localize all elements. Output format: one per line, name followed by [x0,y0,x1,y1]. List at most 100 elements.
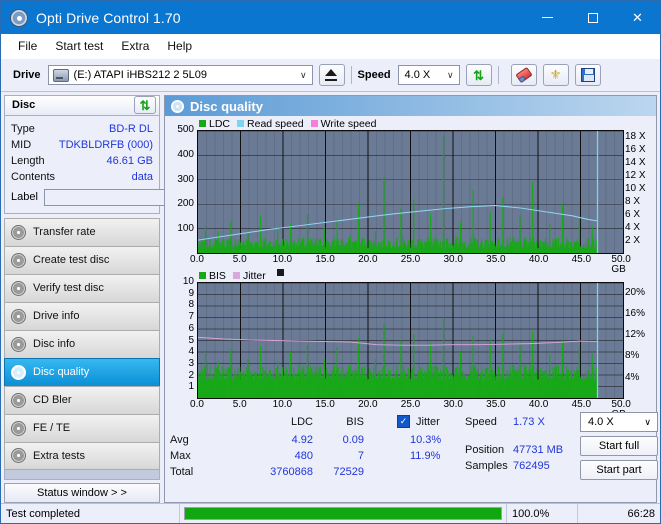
toolbar-divider-1 [350,66,352,84]
eraser-icon [514,66,533,84]
start-part-button[interactable]: Start part [580,460,658,480]
keys-button[interactable]: ⚜ [542,64,569,86]
disc-panel-header: Disc ⇅ [4,95,160,116]
position-value: 47731 MB [513,444,564,456]
x-tick: 45.0 [571,254,592,265]
jitter-avg-value: 10.3% [410,434,442,446]
x-tick: 35.0 [486,254,506,265]
y-tick: 2 [188,369,194,381]
eject-button[interactable] [318,64,345,86]
drive-select[interactable]: (E:) ATAPI iHBS212 2 5L09 ∨ [47,65,313,85]
y-tick: 6 [188,322,194,334]
start-full-button[interactable]: Start full [580,436,658,456]
disc-length-value: 46.61 GB [106,154,153,167]
maximize-button[interactable] [570,1,615,34]
sidebar-item-label: Disc info [33,338,76,350]
chevron-down-icon: ∨ [644,416,651,427]
x-tick: 20.0 [358,254,378,265]
disc-row-contents: Contents data [11,169,153,185]
sidebar-item-label: Verify test disc [33,282,104,294]
progress-bar [184,507,502,520]
legend-item-bis: BIS [199,270,226,282]
disc-mid-label: MID [11,138,32,151]
sidebar-item-drive-info[interactable]: Drive info [4,301,160,330]
sidebar-item-label: Disc quality [33,366,90,378]
sidebar-item-verify-test-disc[interactable]: Verify test disc [4,273,160,302]
sidebar-item-transfer-rate[interactable]: Transfer rate [4,217,160,246]
sidebar-item-fe-te[interactable]: FE / TE [4,413,160,442]
y2-tick: 8% [625,350,640,362]
erase-button[interactable] [510,64,537,86]
disc-icon [11,364,26,380]
y-tick: 5 [188,334,194,346]
minimize-button[interactable] [525,1,570,34]
jitter-checkbox[interactable]: ✓ [397,415,410,428]
speed-select[interactable]: 4.0 X ∨ [397,65,460,85]
sidebar-item-label: CD Bler [33,394,72,406]
sidebar-item-label: Extra tests [33,449,85,462]
legend-item-jitter: Jitter [232,270,266,282]
progress-container [180,504,507,523]
test-speed-select[interactable]: 4.0 X ∨ [580,412,658,432]
sidebar-item-cd-bler[interactable]: CD Bler [4,385,160,414]
disc-panel-title: Disc [12,99,36,112]
save-button[interactable] [574,64,601,86]
bis-max-value: 7 [357,450,364,462]
menu-start-test[interactable]: Start test [46,36,112,56]
legend-item-write-speed: Write speed [310,118,377,130]
legend-label: BIS [209,269,226,282]
sidebar-item-extra-tests[interactable]: Extra tests [4,441,160,470]
legend-swatch [237,120,245,127]
nav-list: Transfer rate Create test disc Verify te… [4,217,160,470]
sidebar-item-disc-info[interactable]: Disc info [4,329,160,358]
disc-type-value: BD-R DL [108,122,153,135]
close-icon[interactable]: ✕ [615,1,660,34]
disc-icon [11,308,26,324]
y2-tick: 4 X [625,221,641,233]
bis-legend: BIS Jitter [167,269,654,282]
floppy-save-icon [580,68,595,82]
progress-fill [185,508,501,519]
disc-row-length: Length 46.61 GB [11,153,153,169]
jitter-max-value: 11.9% [410,450,441,462]
x-tick: 10.0 [272,254,293,265]
y2-tick: 10 X [625,182,646,194]
refresh-icon: ⇅ [473,67,484,83]
sidebar-item-label: Create test disc [33,254,110,266]
disc-refresh-button[interactable]: ⇅ [134,96,156,115]
ldc-x-axis: 0.0 5.0 10.0 15.0 20.0 25.0 30.0 35.0 40.0 45.0 50… [167,254,654,275]
ldc-legend: LDC Read speed Write speed [167,117,654,130]
chevron-down-icon: ∨ [299,69,307,80]
legend-label: Read speed [247,117,304,130]
sidebar-item-disc-quality[interactable]: Disc quality [4,357,160,386]
disc-label-label: Label [11,191,38,203]
disc-contents-value: data [131,170,153,183]
panel-header: Disc quality [165,96,656,116]
y-tick: 10 [182,276,194,287]
sidebar-item-create-test-disc[interactable]: Create test disc [4,245,160,274]
menu-help[interactable]: Help [158,36,201,56]
menu-extra[interactable]: Extra [112,36,158,56]
sidebar: Disc ⇅ Type BD-R DL MID TDKBLDRFB (000) … [4,95,246,503]
disc-icon [11,392,26,408]
y-tick: 7 [188,311,194,323]
y-tick: 8 [188,299,194,311]
position-label: Position [465,444,505,456]
y2-tick: 8 X [625,195,641,207]
ldc-chart: LDC Read speed Write speed 500 400 300 200 1… [167,117,654,275]
y-tick: 100 [177,223,194,235]
x-tick: 25.0 [400,399,421,410]
disc-icon [171,99,184,113]
sidebar-item-label: Drive info [33,310,80,322]
x-tick: 30.0 [443,399,463,410]
status-window-button[interactable]: Status window > > [4,482,160,503]
x-tick: 45.0 [571,399,592,410]
y2-tick: 18 X [625,130,646,142]
legend-swatch [199,120,206,127]
charts-area: LDC Read speed Write speed 500 400 300 200 1… [165,116,656,420]
y-tick: 1 [188,381,194,393]
disc-type-label: Type [11,122,35,135]
app-window: Opti Drive Control 1.70 ✕ File Start tes… [0,0,661,524]
refresh-button[interactable]: ⇅ [465,64,492,86]
menu-file[interactable]: File [9,36,46,56]
